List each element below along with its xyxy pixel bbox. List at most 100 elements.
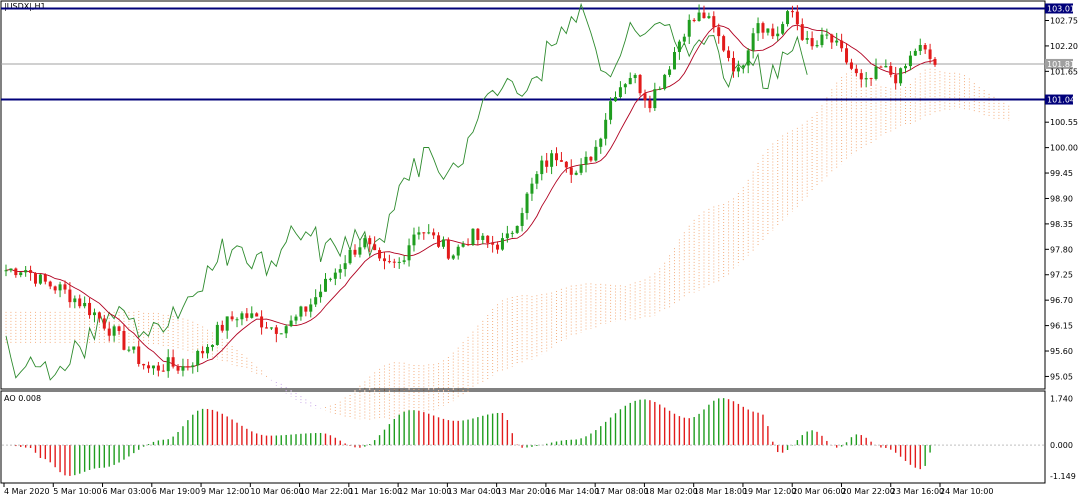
candle-body xyxy=(38,274,42,284)
candle-body xyxy=(525,193,529,214)
candle-body xyxy=(741,65,745,68)
price-tick-label: 97.25 xyxy=(1050,271,1073,280)
candle-body xyxy=(609,101,613,120)
candle-body xyxy=(132,346,136,350)
candle-body xyxy=(933,58,937,65)
chikou-line xyxy=(5,2,808,381)
candle-body xyxy=(786,11,790,25)
price-tick-label: 100.55 xyxy=(1050,118,1078,127)
candle-body xyxy=(9,268,13,271)
candle-body xyxy=(19,272,23,276)
candle-body xyxy=(407,245,411,261)
ao-name: AO xyxy=(4,394,16,403)
candle-body xyxy=(894,74,898,84)
candle-body xyxy=(107,328,111,336)
candle-body xyxy=(515,225,519,233)
candle-body xyxy=(392,261,396,263)
price-level-label: 103.01 xyxy=(1047,4,1075,13)
candle-body xyxy=(4,270,8,272)
candle-body xyxy=(471,228,475,245)
candle-body xyxy=(422,232,426,234)
candle-body xyxy=(928,49,932,59)
price-tick-label: 96.15 xyxy=(1050,322,1073,331)
candle-body xyxy=(727,50,731,58)
candle-body xyxy=(643,93,647,101)
candle-body xyxy=(869,78,873,80)
candle-body xyxy=(83,302,87,307)
candle-body xyxy=(500,238,504,250)
candle-body xyxy=(510,232,514,234)
candle-body xyxy=(250,313,254,318)
candle-body xyxy=(201,350,205,354)
time-tick-label: 18 Mar 02:00 xyxy=(644,487,697,496)
candle-body xyxy=(397,261,401,263)
candle-body xyxy=(623,84,627,88)
candle-body xyxy=(417,232,421,235)
chart-frame xyxy=(0,0,1046,484)
candle-body xyxy=(255,313,259,317)
time-tick-label: 23 Mar 16:00 xyxy=(891,487,944,496)
candle-body xyxy=(653,89,657,109)
candle-body xyxy=(899,68,903,84)
candle-body xyxy=(127,349,131,351)
candle-body xyxy=(43,274,47,282)
price-axis: 102.75 102.20 101.65 100.55 100.00 99.45 98.90… xyxy=(1045,16,1078,381)
candle-body xyxy=(520,213,524,226)
candle-body xyxy=(820,34,824,46)
candle-body xyxy=(225,316,229,331)
price-chart[interactable]: 103.01101.04101.81 102.75102.20101.65100… xyxy=(0,0,1080,498)
price-tick-label: 98.35 xyxy=(1050,220,1073,229)
candle-body xyxy=(923,45,927,50)
candle-body xyxy=(805,38,809,40)
candle-body xyxy=(323,278,327,292)
candle-body xyxy=(859,73,863,80)
candle-body xyxy=(682,36,686,42)
candle-body xyxy=(29,270,33,273)
candle-body xyxy=(274,327,278,334)
candle-body xyxy=(137,346,141,364)
candle-body xyxy=(358,247,362,255)
candle-body xyxy=(151,365,155,369)
candle-body xyxy=(496,244,500,250)
candle-body xyxy=(387,261,391,263)
candle-body xyxy=(731,57,735,72)
candle-body xyxy=(58,284,62,291)
candle-body xyxy=(638,74,642,94)
candle-body xyxy=(446,239,450,259)
candle-body xyxy=(746,50,750,66)
candle-body xyxy=(574,172,578,175)
candle-body xyxy=(186,366,190,368)
candle-body xyxy=(717,27,721,37)
candle-body xyxy=(604,119,608,139)
candle-body xyxy=(751,33,755,51)
candle-body xyxy=(840,40,844,49)
candle-body xyxy=(648,100,652,109)
candle-body xyxy=(122,330,126,350)
candle-body xyxy=(156,365,160,371)
ao-tick-label: -1.149 xyxy=(1050,472,1076,481)
time-axis: 4 Mar 2020 5 Mar 10:00 6 Mar 03:00 6 Mar 19… xyxy=(3,483,993,496)
candle-body xyxy=(800,24,804,40)
candle-body xyxy=(722,36,726,51)
time-tick-label: 13 Mar 20:00 xyxy=(497,487,550,496)
candle-body xyxy=(373,244,377,251)
candle-body xyxy=(147,365,151,369)
kijun-line xyxy=(5,24,936,368)
candle-body xyxy=(658,88,662,90)
time-tick-label: 9 Mar 12:00 xyxy=(201,487,249,496)
candle-body xyxy=(33,272,37,284)
candle-body xyxy=(736,67,740,72)
candle-body xyxy=(265,327,269,329)
candle-body xyxy=(102,318,106,329)
candle-body xyxy=(884,65,888,68)
time-tick-label: 6 Mar 03:00 xyxy=(103,487,151,496)
candle-body xyxy=(456,246,460,256)
candle-body xyxy=(707,16,711,19)
candle-body xyxy=(63,284,67,290)
price-tick-label: 95.05 xyxy=(1050,372,1073,381)
candle-body xyxy=(48,281,52,287)
candle-body xyxy=(338,269,342,273)
candle-body xyxy=(584,156,588,165)
candle-body xyxy=(795,11,799,25)
candle-body xyxy=(68,289,72,303)
